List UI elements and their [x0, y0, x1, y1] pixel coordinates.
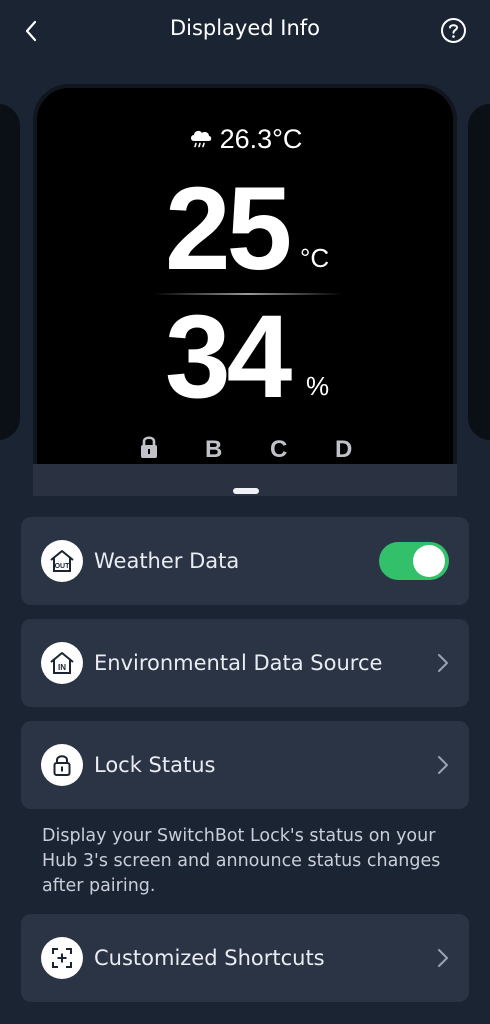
- customized-shortcuts-label: Customized Shortcuts: [94, 946, 325, 970]
- svg-text:OUT: OUT: [55, 563, 71, 570]
- humidity-value: 34: [165, 291, 292, 423]
- environmental-data-source-row[interactable]: IN Environmental Data Source: [21, 619, 469, 707]
- shortcut-plus-icon: [41, 937, 83, 979]
- previous-preview-card[interactable]: [0, 104, 20, 440]
- lock-status-label: Lock Status: [94, 753, 216, 777]
- cloud-rain-icon: [190, 130, 211, 148]
- chevron-right-icon: [438, 756, 448, 774]
- weather-data-row[interactable]: OUT Weather Data: [21, 517, 469, 605]
- slot-c: C: [270, 436, 288, 463]
- carousel-indicator[interactable]: [233, 488, 259, 494]
- top-bar: Displayed Info: [0, 0, 490, 62]
- page-title: Displayed Info: [169, 16, 321, 40]
- slot-b: B: [205, 436, 223, 463]
- lock-icon: [41, 744, 83, 786]
- temperature-value: 25: [165, 163, 292, 295]
- temperature-unit: °C: [300, 243, 330, 273]
- device-preview[interactable]: 26.3°C 25 °C 34 % B C D: [33, 84, 457, 496]
- home-in-icon: IN: [41, 642, 83, 684]
- svg-text:IN: IN: [58, 663, 66, 672]
- weather-summary: 26.3°C: [37, 122, 453, 156]
- slot-d: D: [335, 436, 353, 463]
- weather-data-toggle[interactable]: [379, 542, 449, 580]
- next-preview-card[interactable]: [468, 104, 490, 440]
- weather-data-label: Weather Data: [94, 549, 240, 573]
- lock-status-description: Display your SwitchBot Lock's status on …: [42, 826, 441, 896]
- home-out-icon: OUT: [41, 540, 83, 582]
- customized-shortcuts-row[interactable]: Customized Shortcuts: [21, 914, 469, 1002]
- lock-icon: [141, 436, 157, 458]
- humidity-unit: %: [306, 371, 330, 401]
- environmental-data-source-label: Environmental Data Source: [94, 651, 383, 675]
- help-button[interactable]: [440, 17, 467, 44]
- weather-temperature: 26.3°C: [219, 123, 303, 154]
- toggle-knob: [413, 545, 445, 577]
- device-screen: 26.3°C 25 °C 34 % B C D: [37, 88, 453, 466]
- question-circle-icon: [441, 18, 466, 43]
- chevron-right-icon: [438, 949, 448, 967]
- chevron-right-icon: [438, 654, 448, 672]
- lock-status-row[interactable]: Lock Status: [21, 721, 469, 809]
